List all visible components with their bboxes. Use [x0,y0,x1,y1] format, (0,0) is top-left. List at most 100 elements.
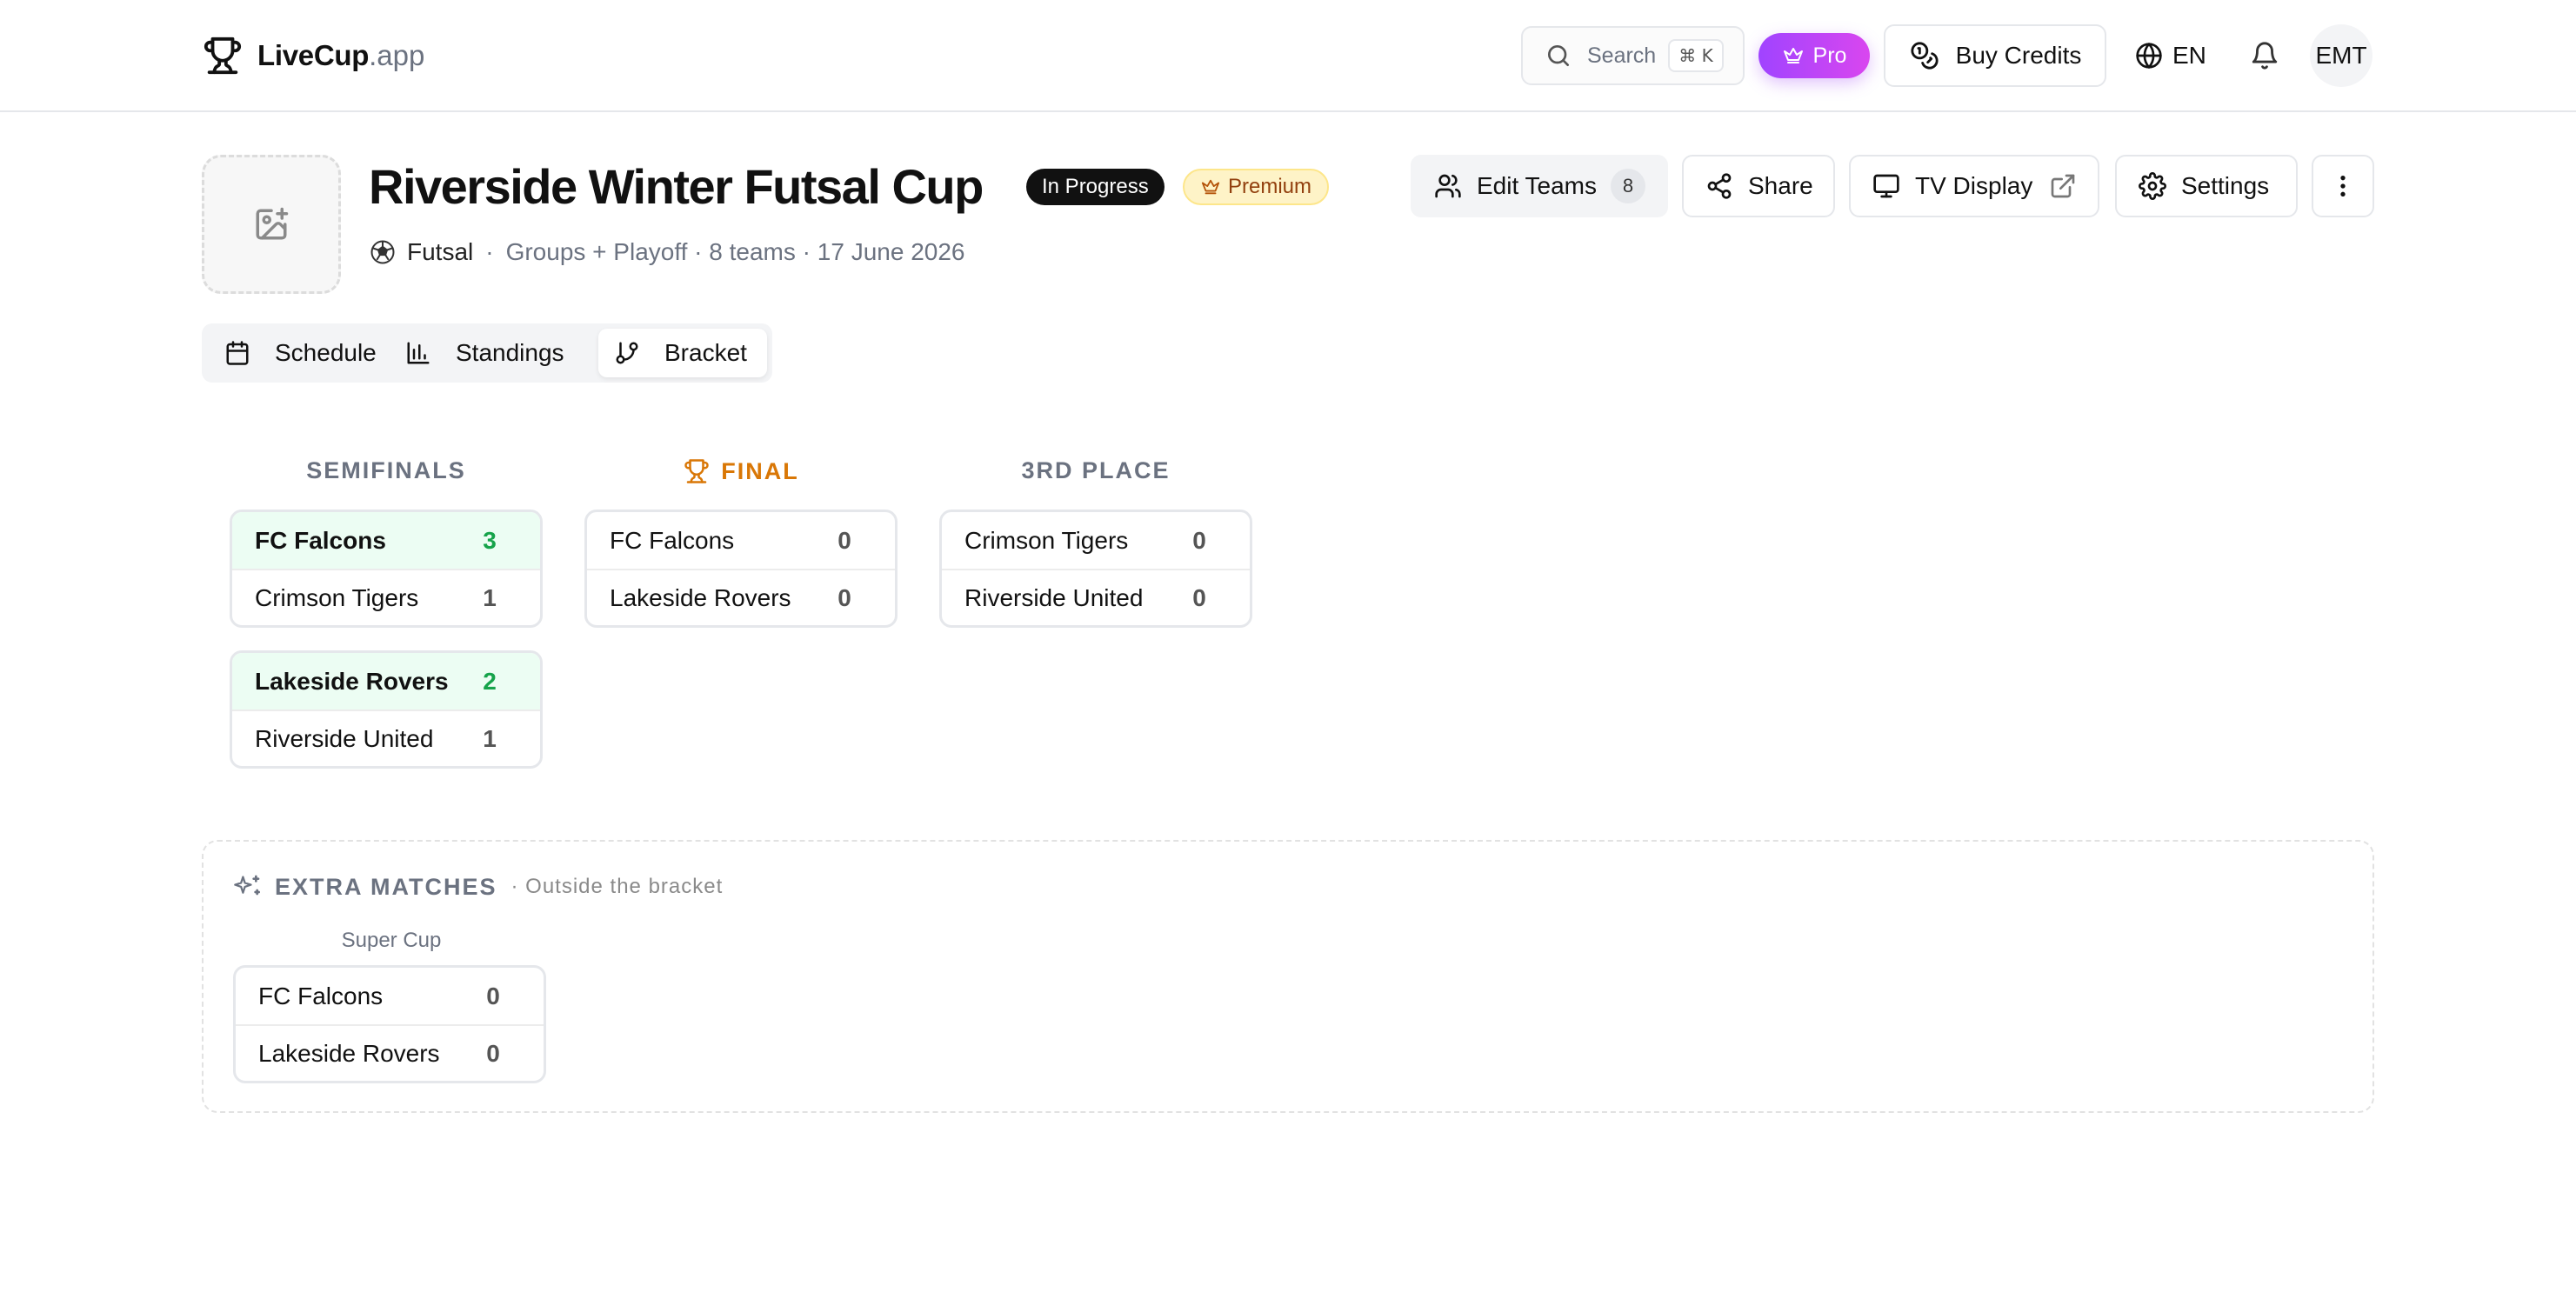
monitor-icon [1872,171,1901,201]
team-name: Riverside United [964,583,1144,611]
match-row-home: Crimson Tigers 0 [942,512,1250,569]
team-name: Lakeside Rovers [255,667,449,695]
share-icon [1705,171,1734,201]
top-navigation-bar: LiveCup .app Search ⌘ K Pro Buy Credits E… [0,0,2576,112]
tournament-title: Riverside Winter Futsal Cup [369,159,984,214]
tv-display-label: TV Display [1915,172,2033,199]
team-score: 0 [838,526,851,554]
team-name: FC Falcons [258,982,384,1009]
share-label: Share [1748,172,1813,199]
super-cup-label: Super Cup [341,929,442,952]
tournament-meta: Futsal · Groups + Playoff · 8 teams · 17… [369,235,964,270]
premium-badge: Premium [1183,169,1330,205]
tab-bracket-label: Bracket [664,339,747,366]
team-count-badge: 8 [1611,169,1645,203]
round-title-third-place: 3RD PLACE [1021,457,1171,483]
team-score: 1 [483,583,497,611]
team-name: Crimson Tigers [255,583,419,611]
settings-label: Settings [2181,172,2270,199]
match-row-away: Lakeside Rovers 0 [587,569,895,625]
match-row-away: Lakeside Rovers 0 [236,1024,544,1081]
tv-display-button[interactable]: TV Display [1849,155,2099,217]
extra-matches-title: EXTRA MATCHES [275,873,497,900]
team-name: FC Falcons [610,526,735,554]
share-button[interactable]: Share [1682,155,1835,217]
match-row-home: Lakeside Rovers 2 [232,653,540,709]
git-branch-icon [612,338,642,368]
match-row-home: FC Falcons 0 [587,512,895,569]
extra-matches-header: EXTRA MATCHES · Outside the bracket [233,868,723,906]
match-card-super-cup[interactable]: FC Falcons 0 Lakeside Rovers 0 [233,965,546,1083]
team-score: 0 [486,982,500,1009]
tab-standings[interactable]: Standings [404,329,595,377]
calendar-icon [223,338,252,368]
edit-teams-label: Edit Teams [1477,172,1597,199]
language-label: EN [2172,42,2206,69]
team-name: FC Falcons [255,526,386,554]
bar-chart-icon [404,338,433,368]
pro-label: Pro [1812,43,1847,68]
image-plus-icon [253,206,290,243]
brand-logo[interactable]: LiveCup .app [202,33,424,78]
match-card-third-place[interactable]: Crimson Tigers 0 Riverside United 0 [939,510,1252,628]
match-row-away: Riverside United 0 [942,569,1250,625]
buy-credits-label: Buy Credits [1955,42,2082,69]
gear-icon [2138,171,2167,201]
crown-icon [1782,44,1805,67]
team-name: Crimson Tigers [964,526,1129,554]
round-title-semifinals: SEMIFINALS [306,457,466,483]
globe-icon [2134,41,2164,70]
match-card-final[interactable]: FC Falcons 0 Lakeside Rovers 0 [584,510,898,628]
tab-standings-label: Standings [456,339,564,366]
team-score: 1 [483,724,497,752]
tournament-details: Groups + Playoff · 8 teams · 17 June 202… [505,238,965,265]
extra-matches-panel: EXTRA MATCHES · Outside the bracket Supe… [202,840,2374,1113]
team-score: 0 [1192,583,1206,611]
trophy-icon [683,457,711,485]
match-card-semifinal-2[interactable]: Lakeside Rovers 2 Riverside United 1 [230,650,543,769]
soccer-ball-icon [369,238,397,266]
buy-credits-button[interactable]: Buy Credits [1884,24,2106,87]
search-button[interactable]: Search ⌘ K [1521,26,1745,85]
users-icon [1433,171,1463,201]
match-row-away: Crimson Tigers 1 [232,569,540,625]
settings-button[interactable]: Settings [2115,155,2298,217]
match-row-home: FC Falcons 0 [236,968,544,1024]
cover-image-upload[interactable] [202,155,341,294]
search-shortcut: ⌘ K [1668,39,1724,72]
team-score: 0 [838,583,851,611]
edit-teams-button[interactable]: Edit Teams 8 [1411,155,1668,217]
trophy-icon [202,35,244,77]
bell-icon[interactable] [2247,38,2282,73]
team-score: 2 [483,667,497,695]
crown-icon [1200,177,1221,197]
tab-bracket[interactable]: Bracket [598,329,767,377]
team-name: Riverside United [255,724,434,752]
search-placeholder: Search [1587,43,1657,68]
view-tabs: Schedule Standings Bracket [202,323,772,383]
status-badge: In Progress [1026,169,1165,205]
coins-icon [1909,40,1940,71]
team-name: Lakeside Rovers [610,583,791,611]
more-vertical-icon [2328,171,2358,201]
team-score: 0 [1192,526,1206,554]
team-score: 0 [486,1039,500,1067]
tab-schedule[interactable]: Schedule [207,329,398,377]
brand-suffix: .app [369,39,425,71]
premium-label: Premium [1228,175,1312,198]
user-avatar[interactable]: EMT [2310,24,2372,87]
language-switcher[interactable]: EN [2134,33,2206,78]
round-title-final: FINAL [584,457,898,485]
match-row-home: FC Falcons 3 [232,512,540,569]
extra-matches-subtitle: · Outside the bracket [511,875,724,898]
round-final-label: FINAL [721,457,799,484]
meta-separator: · [485,238,494,265]
brand-name: LiveCup [257,39,370,71]
pro-button[interactable]: Pro [1758,33,1870,78]
sport-label: Futsal [407,238,474,265]
team-score: 3 [483,526,497,554]
more-options-button[interactable] [2312,155,2374,217]
match-card-semifinal-1[interactable]: FC Falcons 3 Crimson Tigers 1 [230,510,543,628]
external-link-icon [2048,171,2078,201]
team-name: Lakeside Rovers [258,1039,440,1067]
